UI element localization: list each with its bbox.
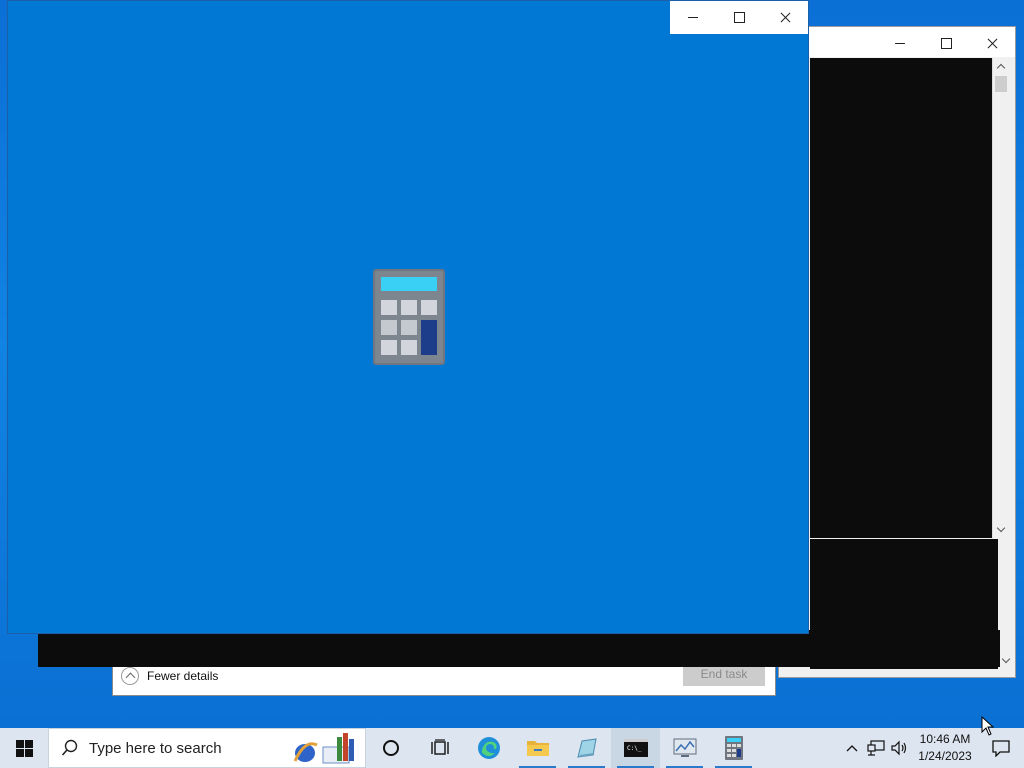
- console-minimize-button[interactable]: [877, 27, 923, 60]
- scroll-down-icon[interactable]: [996, 525, 1006, 535]
- taskbar: Type here to search C:\_ 10:46 AM 1/24/2…: [0, 728, 1024, 768]
- edge-icon: [477, 737, 500, 759]
- search-icon: [61, 739, 78, 756]
- command-prompt-button[interactable]: C:\_: [611, 728, 660, 768]
- console-titlebar[interactable]: [779, 27, 1015, 57]
- windows-logo-icon: [15, 739, 33, 757]
- console-close-button[interactable]: [969, 27, 1015, 60]
- close-button[interactable]: [762, 1, 808, 34]
- scroll-up-icon[interactable]: [996, 61, 1006, 71]
- console-output[interactable]: [810, 58, 996, 538]
- search-placeholder: Type here to search: [89, 739, 222, 757]
- clock-date: 1/24/2023: [918, 749, 972, 763]
- paint-icon: [576, 738, 597, 758]
- calculator-icon: [724, 736, 743, 760]
- speaker-icon: [891, 740, 907, 756]
- chevron-up-icon: [121, 667, 139, 685]
- calculator-icon: [373, 269, 445, 365]
- paint-button[interactable]: [562, 728, 611, 768]
- svg-text:C:\_: C:\_: [627, 745, 642, 752]
- clock-time: 10:46 AM: [919, 732, 971, 746]
- console-scrollbar-lower[interactable]: [998, 539, 1014, 669]
- clock[interactable]: 10:46 AM 1/24/2023: [912, 728, 978, 768]
- cmd-icon: C:\_: [623, 739, 648, 757]
- network-button[interactable]: [864, 728, 888, 768]
- maximize-button[interactable]: [716, 1, 762, 34]
- network-icon: [867, 740, 885, 756]
- console-scrollbar[interactable]: [992, 58, 1008, 538]
- console-bottom-strip: [38, 630, 1000, 667]
- task-view-icon: [430, 739, 449, 755]
- chevron-up-icon: [846, 745, 858, 752]
- circle-icon: [382, 740, 399, 756]
- scroll-thumb[interactable]: [995, 76, 1007, 92]
- minimize-button[interactable]: [670, 1, 716, 34]
- mouse-cursor-icon: [981, 716, 995, 736]
- task-view-button[interactable]: [415, 728, 464, 768]
- file-explorer-button[interactable]: [513, 728, 562, 768]
- volume-button[interactable]: [888, 728, 912, 768]
- fewer-details-button[interactable]: Fewer details: [121, 667, 218, 685]
- folder-icon: [526, 741, 549, 756]
- cortana-button[interactable]: [366, 728, 415, 768]
- search-highlight-icon: [293, 733, 354, 764]
- scroll-down-icon[interactable]: [1001, 656, 1011, 666]
- calculator-taskbar-button[interactable]: [709, 728, 758, 768]
- monitor-icon: [673, 738, 696, 757]
- show-hidden-icons-button[interactable]: [840, 728, 864, 768]
- notification-icon: [992, 740, 1010, 757]
- calculator-caption-buttons: [670, 1, 808, 34]
- system-tray: 10:46 AM 1/24/2023: [840, 728, 1024, 768]
- resource-monitor-button[interactable]: [660, 728, 709, 768]
- search-box[interactable]: Type here to search: [48, 728, 366, 768]
- fewer-details-label: Fewer details: [147, 669, 219, 683]
- console-maximize-button[interactable]: [923, 27, 969, 60]
- console-window: [778, 26, 1016, 678]
- calculator-window[interactable]: [7, 0, 809, 634]
- start-button[interactable]: [0, 728, 48, 768]
- edge-button[interactable]: [464, 728, 513, 768]
